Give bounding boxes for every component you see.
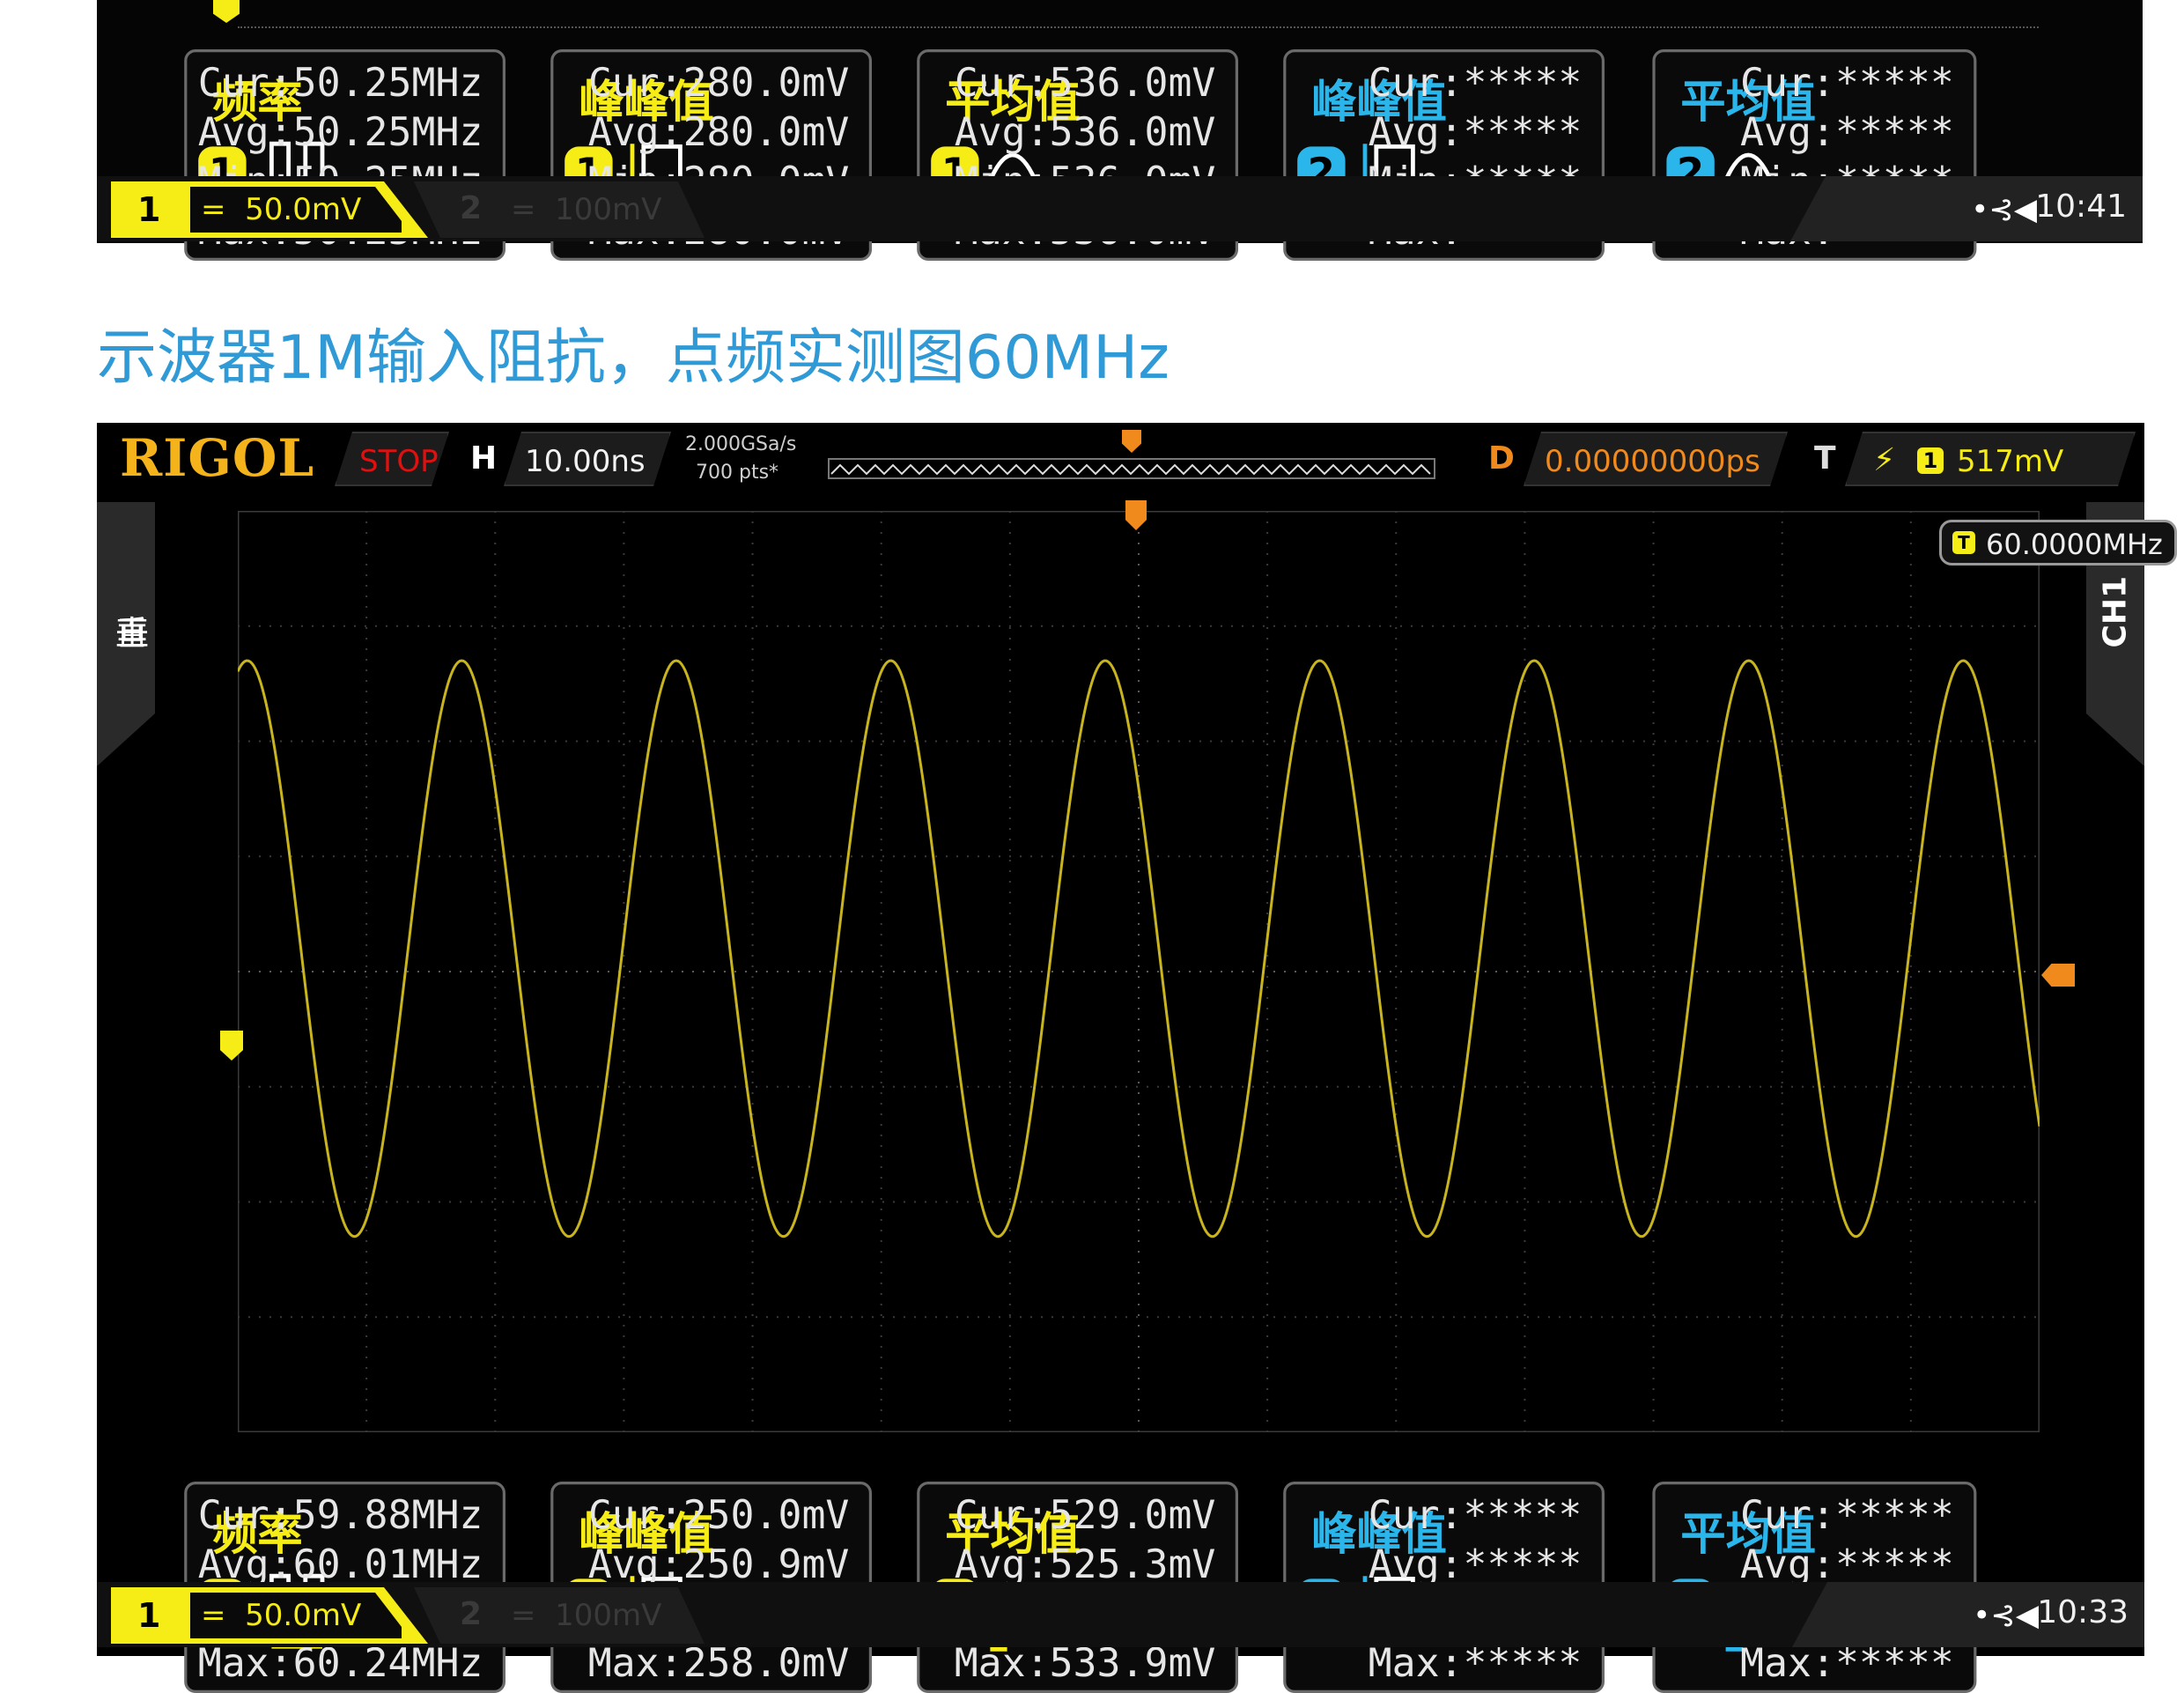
trigger-source-badge: 1	[1917, 447, 1944, 474]
timebase-value: 10.00ns	[525, 444, 646, 479]
waveform-plot[interactable]	[238, 511, 2040, 1432]
rising-edge-icon: ⚡	[1873, 442, 1896, 478]
main-scope-status-bar: 1 = 50.0mV 2 = 100mV •⊰◀ 10:33	[97, 1582, 2144, 1647]
main-ch2-number: 2	[460, 1596, 483, 1632]
frequency-counter-badge: T	[1952, 531, 1975, 554]
ch1-menu-label: CH1	[2097, 575, 2134, 648]
top-ch1-number: 1	[137, 190, 161, 229]
top-ch2-number: 2	[460, 190, 483, 226]
top-ch1-scale: = 50.0mV	[201, 192, 362, 227]
sample-rate: 2.000GSa/s	[685, 433, 797, 455]
delay-label: D	[1488, 440, 1515, 477]
horizontal-label: H	[470, 440, 498, 477]
delay-value: 0.00000000ps	[1545, 444, 1760, 479]
top-ch2-scale: = 100mV	[511, 192, 662, 227]
memory-trigger-marker-icon	[1122, 430, 1141, 453]
main-clock: 10:33	[2037, 1594, 2129, 1630]
main-status-area: •⊰◀ 10:33	[1792, 1582, 2144, 1647]
rigol-logo: RIGOL	[120, 428, 315, 488]
top-scope-screen: 频率1Cur:50.25MHz Avg:50.25MHz Min:50.25MH…	[97, 0, 2143, 261]
usb-icon: •⊰◀	[1971, 192, 2037, 227]
run-stop-indicator[interactable]: STOP	[335, 432, 449, 486]
frequency-counter: T 60.0000MHz	[1939, 520, 2177, 566]
trigger-level: 517mV	[1957, 444, 2064, 479]
caption-heading: 示波器1M输入阻抗，点频实测图60MHz	[97, 323, 1169, 393]
main-ch1-number: 1	[137, 1596, 161, 1635]
main-scope-screen: RIGOL STOP H 10.00ns 2.000GSa/s 700 pts*…	[97, 423, 2177, 1693]
frequency-counter-value: 60.0000MHz	[1986, 528, 2163, 561]
top-scope-status-bar: 1 = 50.0mV 2 = 100mV •⊰◀ 10:41	[97, 176, 2143, 241]
top-ch2-scale-tab[interactable]: 2 = 100mV	[414, 181, 705, 238]
memory-depth: 700 pts*	[696, 462, 779, 484]
main-ch1-scale-tab[interactable]: 1 = 50.0mV	[111, 1587, 428, 1644]
delay-box[interactable]: 0.00000000ps	[1524, 432, 1788, 486]
scope-header-bar: RIGOL STOP H 10.00ns 2.000GSa/s 700 pts*…	[97, 423, 2144, 495]
vertical-menu-label: 垂直	[114, 614, 149, 653]
trigger-label: T	[1814, 440, 1836, 477]
main-ch2-scale: = 100mV	[511, 1598, 662, 1633]
top-clock: 10:41	[2035, 189, 2127, 225]
top-status-area: •⊰◀ 10:41	[1790, 176, 2143, 241]
timebase-box[interactable]: 10.00ns	[504, 432, 671, 486]
main-ch2-scale-tab[interactable]: 2 = 100mV	[414, 1587, 705, 1644]
usb-icon: •⊰◀	[1973, 1598, 2039, 1633]
trigger-level-marker-icon	[2041, 964, 2075, 987]
memory-overview-track	[828, 458, 1435, 479]
trigger-box[interactable]: ⚡ 1 517mV	[1845, 432, 2136, 486]
top-ch1-scale-tab[interactable]: 1 = 50.0mV	[111, 181, 428, 238]
main-ch1-scale: = 50.0mV	[201, 1598, 362, 1633]
vertical-menu-tab[interactable]: 垂直	[97, 502, 155, 766]
ch1-waveform	[238, 659, 2040, 1238]
graticule	[238, 511, 2040, 1432]
run-state-label: STOP	[359, 444, 439, 479]
